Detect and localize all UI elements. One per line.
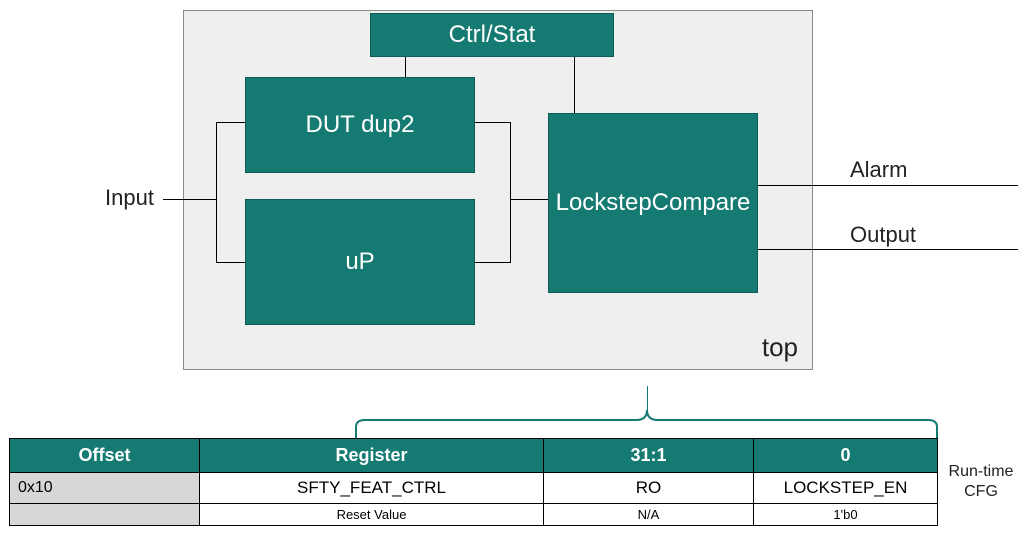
runtime-cfg-line1: Run-time xyxy=(949,463,1014,480)
table-reset-row: Reset Value N/A 1'b0 xyxy=(10,504,938,526)
col-register-header: Register xyxy=(200,439,544,473)
top-module-label: top xyxy=(762,332,798,363)
up-block: uP xyxy=(245,199,475,325)
ctrl-stat-block: Ctrl/Stat xyxy=(370,13,614,57)
wire-merge-v xyxy=(510,122,511,263)
ctrl-stat-label: Ctrl/Stat xyxy=(449,21,536,49)
wire-ctrlstat-to-dutdup2 xyxy=(405,57,406,77)
lockstep-label-2: Compare xyxy=(652,188,751,218)
wire-dutdup2-out xyxy=(475,122,510,123)
register-table: Offset Register 31:1 0 0x10 SFTY_FEAT_CT… xyxy=(9,438,938,526)
cell-reset-label: Reset Value xyxy=(200,504,544,526)
cell-bits-lo: LOCKSTEP_EN xyxy=(754,473,938,504)
wire-input-stub xyxy=(163,199,216,200)
dut-dup2-block: DUT dup2 xyxy=(245,77,475,173)
col-bits-lo-header: 0 xyxy=(754,439,938,473)
table-row: 0x10 SFTY_FEAT_CTRL RO LOCKSTEP_EN xyxy=(10,473,938,504)
wire-ctrlstat-to-lockstep xyxy=(574,57,575,113)
wire-input-split-v xyxy=(216,122,217,263)
wire-merge-to-lockstep xyxy=(510,199,548,200)
bracket-stem xyxy=(647,386,648,412)
wire-output-out xyxy=(758,249,1018,250)
wire-up-out xyxy=(475,262,510,263)
cell-register: SFTY_FEAT_CTRL xyxy=(200,473,544,504)
cell-offset-empty xyxy=(10,504,200,526)
runtime-cfg-label: Run-time CFG xyxy=(944,462,1018,502)
cell-bits-hi: RO xyxy=(544,473,754,504)
col-offset-header: Offset xyxy=(10,439,200,473)
alarm-port-label: Alarm xyxy=(850,157,907,183)
wire-alarm-out xyxy=(758,185,1018,186)
register-bracket xyxy=(355,410,938,440)
wire-to-dutdup2 xyxy=(216,122,245,123)
lockstep-compare-block: Lockstep Compare xyxy=(548,113,758,293)
output-port-label: Output xyxy=(850,222,916,248)
up-label: uP xyxy=(345,248,374,276)
wire-to-up xyxy=(216,262,245,263)
col-bits-hi-header: 31:1 xyxy=(544,439,754,473)
cell-reset-lo: 1'b0 xyxy=(754,504,938,526)
table-header-row: Offset Register 31:1 0 xyxy=(10,439,938,473)
runtime-cfg-line2: CFG xyxy=(964,483,998,500)
input-port-label: Input xyxy=(105,185,154,211)
dut-dup2-label: DUT dup2 xyxy=(306,111,415,139)
diagram-canvas: top Ctrl/Stat DUT dup2 uP Lockstep Compa… xyxy=(0,0,1024,552)
lockstep-label-1: Lockstep xyxy=(556,188,652,218)
cell-reset-hi: N/A xyxy=(544,504,754,526)
cell-offset: 0x10 xyxy=(10,473,200,504)
